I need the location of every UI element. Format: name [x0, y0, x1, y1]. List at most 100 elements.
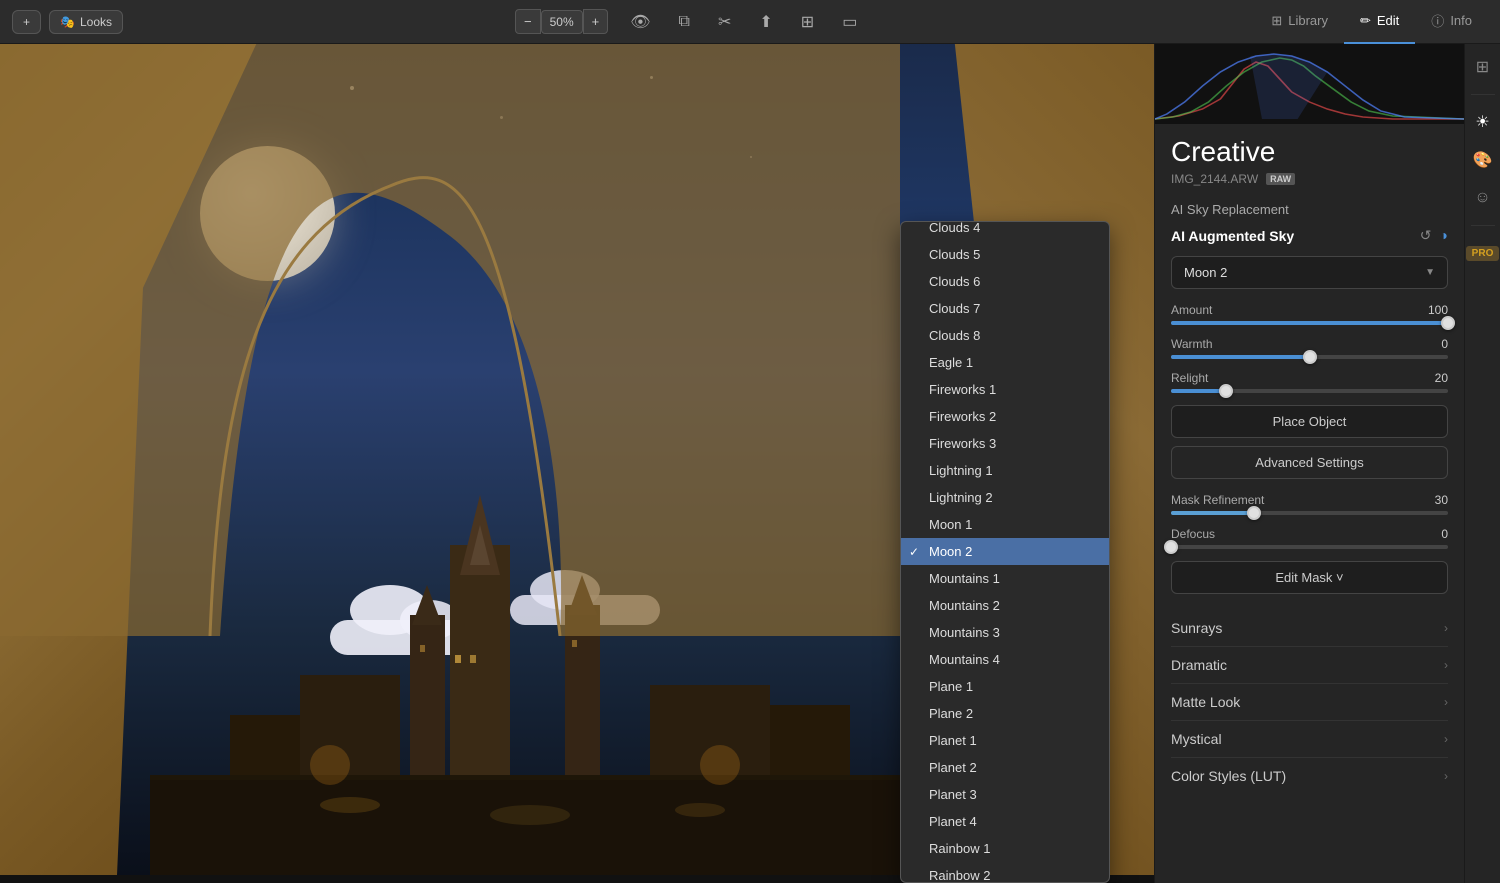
tab-info-label: Info	[1450, 13, 1472, 28]
place-object-button[interactable]: Place Object	[1171, 405, 1448, 438]
dropdown-item[interactable]: Mountains 3	[901, 619, 1109, 646]
sun-icon-btn[interactable]: ☀	[1468, 107, 1498, 137]
color-styles-item[interactable]: Color Styles (LUT) ›	[1171, 758, 1448, 794]
dropdown-item[interactable]: Mountains 1	[901, 565, 1109, 592]
amount-fill	[1171, 321, 1448, 325]
fullscreen-button[interactable]: ▭	[836, 8, 863, 36]
dropdown-item[interactable]: Mountains 4	[901, 646, 1109, 673]
right-panel: Creative IMG_2144.ARW RAW AI Sky Replace…	[1154, 44, 1464, 883]
warmth-track[interactable]	[1171, 355, 1448, 359]
layers-icon-btn[interactable]: ⊞	[1468, 52, 1498, 82]
advanced-settings-button[interactable]: Advanced Settings	[1171, 446, 1448, 479]
looks-icon: 🎭	[60, 15, 75, 29]
amount-label: Amount	[1171, 303, 1212, 317]
dropdown-item[interactable]: Clouds 5	[901, 241, 1109, 268]
relight-track[interactable]	[1171, 389, 1448, 393]
dropdown-item[interactable]: Rainbow 1	[901, 835, 1109, 862]
dropdown-item[interactable]: Lightning 1	[901, 457, 1109, 484]
dropdown-item[interactable]: Clouds 7	[901, 295, 1109, 322]
dropdown-item[interactable]: Planet 2	[901, 754, 1109, 781]
compare-button[interactable]: ⧉	[673, 9, 696, 35]
relight-thumb[interactable]	[1219, 384, 1233, 398]
sky-selector-button[interactable]: Moon 2 ▼	[1171, 256, 1448, 289]
dramatic-item[interactable]: Dramatic ›	[1171, 647, 1448, 684]
zoom-plus-button[interactable]: +	[583, 9, 609, 34]
dropdown-item[interactable]: Lightning 2	[901, 484, 1109, 511]
amount-track[interactable]	[1171, 321, 1448, 325]
tab-info[interactable]: ⓘ Info	[1415, 0, 1488, 44]
divider-2	[1471, 225, 1495, 226]
mystical-arrow: ›	[1444, 732, 1448, 746]
dropdown-item[interactable]: Moon 1	[901, 511, 1109, 538]
raw-badge: RAW	[1266, 173, 1295, 185]
matte-look-label: Matte Look	[1171, 694, 1240, 710]
zoom-minus-button[interactable]: −	[515, 9, 541, 34]
relight-slider-row: Relight 20	[1171, 371, 1448, 393]
face-icon-btn[interactable]: ☺	[1468, 183, 1498, 213]
dropdown-item[interactable]: Clouds 6	[901, 268, 1109, 295]
dropdown-item[interactable]: Clouds 8	[901, 322, 1109, 349]
mask-refinement-row: Mask Refinement 30	[1171, 493, 1448, 515]
view-button[interactable]: 👁	[624, 8, 656, 36]
sky-dropdown: Aurora 1Balloon 1Birds 1Birds 2Birds 3Cl…	[900, 221, 1110, 883]
matte-look-item[interactable]: Matte Look ›	[1171, 684, 1448, 721]
defocus-track[interactable]	[1171, 545, 1448, 549]
tab-library[interactable]: ⊞ Library	[1255, 0, 1344, 44]
relight-fill	[1171, 389, 1226, 393]
amount-thumb[interactable]	[1441, 316, 1455, 330]
crop-button[interactable]: ✂	[712, 8, 737, 36]
mystical-item[interactable]: Mystical ›	[1171, 721, 1448, 758]
looks-button[interactable]: 🎭 Looks	[49, 10, 123, 34]
reset-icon[interactable]: ↺	[1420, 227, 1432, 244]
dropdown-item[interactable]: ✓Moon 2	[901, 538, 1109, 565]
library-icon: ⊞	[1271, 13, 1282, 29]
edit-mask-label: Edit Mask ˅	[1275, 570, 1343, 585]
main-area: © Mathew Browne Aurora 1Balloon 1Birds 1…	[0, 44, 1500, 883]
file-info: IMG_2144.ARW RAW	[1171, 172, 1448, 186]
tab-edit[interactable]: ✏ Edit	[1344, 0, 1415, 44]
dropdown-item[interactable]: Planet 1	[901, 727, 1109, 754]
add-button[interactable]: +	[12, 10, 41, 34]
zoom-value: 50%	[541, 10, 583, 34]
warmth-label: Warmth	[1171, 337, 1213, 351]
dropdown-item[interactable]: Fireworks 1	[901, 376, 1109, 403]
dropdown-item[interactable]: Plane 2	[901, 700, 1109, 727]
chevron-down-icon: ▼	[1425, 267, 1435, 278]
right-icons-column: ⊞ ☀ 🎨 ☺ PRO	[1464, 44, 1500, 883]
dropdown-item[interactable]: Plane 1	[901, 673, 1109, 700]
dramatic-arrow: ›	[1444, 658, 1448, 672]
defocus-thumb[interactable]	[1164, 540, 1178, 554]
pro-badge-btn[interactable]: PRO	[1468, 238, 1498, 268]
matte-look-arrow: ›	[1444, 695, 1448, 709]
dropdown-item[interactable]: Planet 3	[901, 781, 1109, 808]
warmth-thumb[interactable]	[1303, 350, 1317, 364]
edit-icon: ✏	[1360, 13, 1371, 29]
dropdown-item[interactable]: Fireworks 3	[901, 430, 1109, 457]
mask-refinement-thumb[interactable]	[1247, 506, 1261, 520]
warmth-fill	[1171, 355, 1310, 359]
sunrays-item[interactable]: Sunrays ›	[1171, 610, 1448, 647]
edit-mask-button[interactable]: Edit Mask ˅	[1171, 561, 1448, 594]
amount-value: 100	[1428, 303, 1448, 317]
relight-value: 20	[1435, 371, 1448, 385]
export-button[interactable]: ⬆	[753, 8, 778, 36]
color-styles-label: Color Styles (LUT)	[1171, 768, 1286, 784]
histogram-area	[1155, 44, 1464, 124]
dropdown-item[interactable]: Clouds 4	[901, 222, 1109, 241]
dramatic-label: Dramatic	[1171, 657, 1227, 673]
palette-icon-btn[interactable]: 🎨	[1468, 145, 1498, 175]
mask-refinement-track[interactable]	[1171, 511, 1448, 515]
sunrays-arrow: ›	[1444, 621, 1448, 635]
creative-title: Creative	[1171, 136, 1448, 168]
grid-button[interactable]: ⊞	[795, 8, 820, 36]
info-icon: ⓘ	[1431, 11, 1444, 30]
dropdown-item[interactable]: Eagle 1	[901, 349, 1109, 376]
toggle-icon[interactable]: ◑	[1440, 227, 1448, 244]
dropdown-item[interactable]: Rainbow 2	[901, 862, 1109, 882]
dropdown-list[interactable]: Aurora 1Balloon 1Birds 1Birds 2Birds 3Cl…	[901, 222, 1109, 882]
dropdown-item[interactable]: Planet 4	[901, 808, 1109, 835]
dropdown-item[interactable]: Fireworks 2	[901, 403, 1109, 430]
dropdown-item[interactable]: Mountains 2	[901, 592, 1109, 619]
photo-canvas: © Mathew Browne Aurora 1Balloon 1Birds 1…	[0, 44, 1154, 883]
tab-bar: ⊞ Library ✏ Edit ⓘ Info	[1255, 0, 1488, 44]
